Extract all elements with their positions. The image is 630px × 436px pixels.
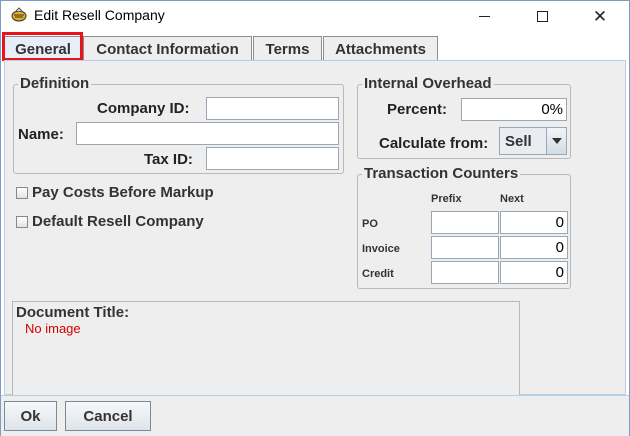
no-image-placeholder: No image (25, 321, 81, 336)
document-panel: Document Title: No image (12, 301, 520, 396)
tab-contact-information[interactable]: Contact Information (83, 36, 252, 61)
maximize-icon (536, 10, 548, 22)
window-title: Edit Resell Company (34, 7, 165, 23)
calculate-from-label: Calculate from: (379, 135, 489, 152)
name-input[interactable] (76, 122, 339, 145)
percent-input[interactable]: 0% (461, 98, 567, 121)
app-logo-icon (11, 7, 27, 22)
close-button[interactable]: ✕ (577, 1, 623, 31)
credit-next-input[interactable]: 0 (500, 261, 568, 284)
invoice-row-label: Invoice (362, 243, 400, 255)
document-title-label: Document Title: (16, 304, 130, 321)
name-label: Name: (18, 126, 64, 143)
company-id-input[interactable] (206, 97, 339, 120)
percent-label: Percent: (387, 101, 448, 118)
checkbox-box[interactable] (16, 186, 28, 199)
po-row-label: PO (362, 218, 378, 230)
tab-general[interactable]: General (4, 36, 82, 61)
button-bar: Ok Cancel (1, 395, 629, 436)
checkbox-box[interactable] (16, 215, 28, 228)
chevron-down-icon (551, 138, 562, 144)
general-tab-panel: Definition Company ID: Name: Tax ID: Pay… (4, 60, 626, 396)
next-column-header: Next (500, 193, 524, 205)
invoice-prefix-input[interactable] (431, 236, 499, 259)
tax-id-label: Tax ID: (144, 151, 193, 168)
tab-terms[interactable]: Terms (253, 36, 322, 61)
tax-id-input[interactable] (206, 147, 339, 170)
pay-costs-before-markup-label: Pay Costs Before Markup (32, 184, 214, 201)
transaction-counters-group-title: Transaction Counters (362, 165, 521, 182)
company-id-label: Company ID: (97, 100, 190, 117)
prefix-column-header: Prefix (431, 193, 462, 205)
maximize-button[interactable] (519, 1, 565, 31)
minimize-button[interactable] (461, 1, 507, 31)
close-icon: ✕ (592, 6, 608, 26)
default-resell-company-checkbox[interactable]: Default Resell Company (16, 213, 204, 230)
default-resell-company-label: Default Resell Company (32, 213, 204, 230)
edit-resell-company-window: Edit Resell Company ✕ General Contact In… (0, 0, 630, 436)
tab-attachments[interactable]: Attachments (323, 36, 438, 61)
po-next-input[interactable]: 0 (500, 211, 568, 234)
title-bar: Edit Resell Company ✕ (1, 1, 629, 31)
minimize-icon (478, 15, 490, 17)
cancel-button[interactable]: Cancel (65, 401, 151, 431)
calculate-from-value: Sell (505, 132, 532, 150)
definition-group-title: Definition (18, 75, 92, 92)
dropdown-arrow-button[interactable] (546, 128, 566, 154)
pay-costs-before-markup-checkbox[interactable]: Pay Costs Before Markup (16, 184, 214, 201)
calculate-from-dropdown[interactable]: Sell (499, 127, 567, 155)
po-prefix-input[interactable] (431, 211, 499, 234)
invoice-next-input[interactable]: 0 (500, 236, 568, 259)
credit-row-label: Credit (362, 268, 394, 280)
internal-overhead-group-title: Internal Overhead (362, 75, 494, 92)
ok-button[interactable]: Ok (4, 401, 57, 431)
credit-prefix-input[interactable] (431, 261, 499, 284)
